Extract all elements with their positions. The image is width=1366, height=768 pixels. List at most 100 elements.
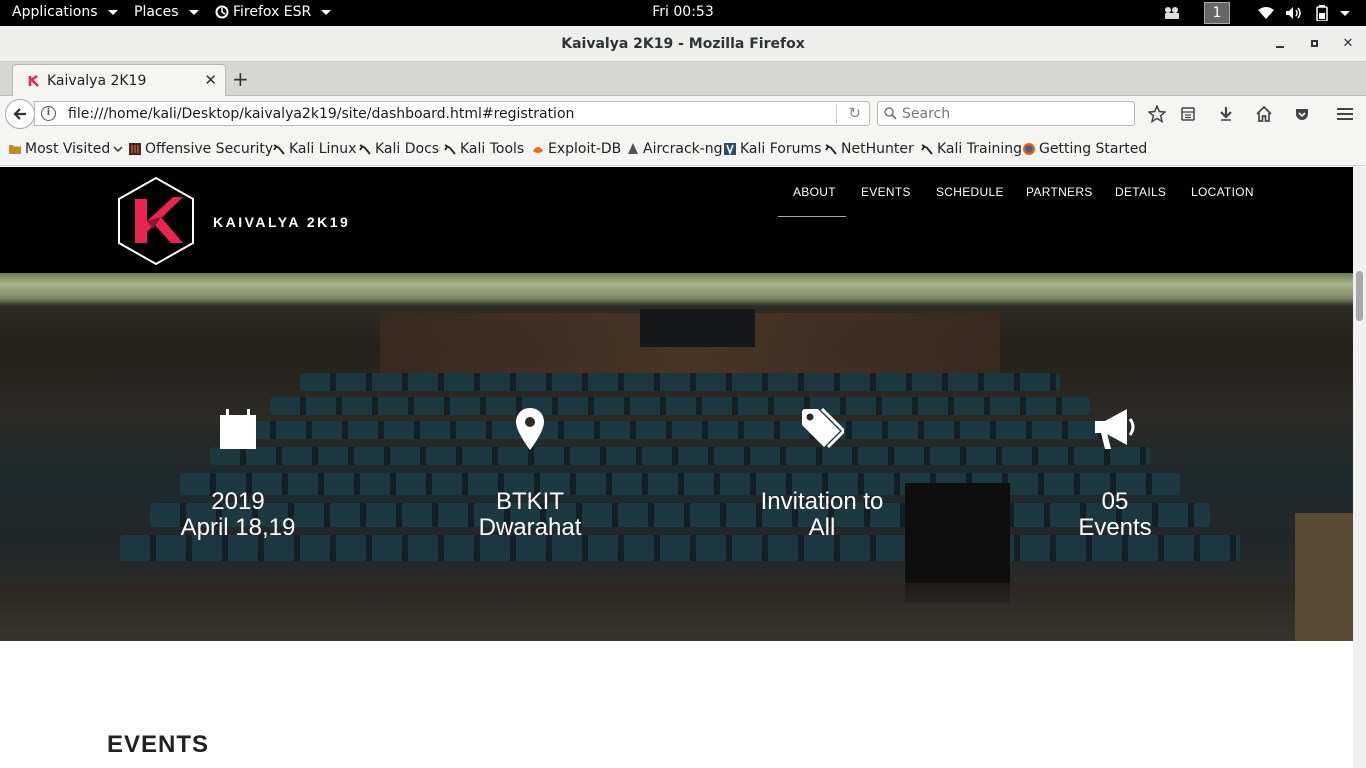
bookmarks-toolbar: Most Visited Offensive Security Kali Lin… [0, 132, 1366, 166]
site-info-icon[interactable]: i [41, 106, 56, 121]
stat-events-count: 05 [1101, 488, 1129, 515]
bookmark-label: Kali Docs [375, 141, 440, 157]
new-tab-button[interactable]: + [232, 67, 249, 91]
site-brand[interactable]: KAIVALYA 2K19 [213, 214, 350, 230]
kaivalya-logo[interactable] [117, 177, 195, 265]
chevron-down-icon [321, 9, 332, 15]
places-label: Places [134, 4, 179, 20]
tab-strip: Kaivalya 2K19 ✕ + [0, 62, 1366, 97]
window-title: Kaivalya 2K19 - Mozilla Firefox [561, 36, 805, 52]
url-bar[interactable]: i file:///home/kali/Desktop/kaivalya2k19… [34, 101, 870, 126]
stat-venue-place: Dwarahat [478, 514, 582, 541]
bookmark-aircrack-ng[interactable]: Aircrack-ng [626, 141, 723, 157]
reload-icon[interactable]: ↻ [848, 104, 861, 122]
volume-icon[interactable] [1284, 3, 1304, 23]
events-section-heading: EVENTS [107, 731, 210, 758]
bookmark-kali-training[interactable]: Kali Training [920, 141, 1022, 157]
bookmark-label: Aircrack-ng [643, 141, 723, 157]
clock[interactable]: Fri 00:53 [652, 4, 713, 20]
folder-icon [9, 145, 21, 154]
bookmark-kali-linux[interactable]: Kali Linux [272, 141, 356, 157]
bookmark-kali-forums[interactable]: Kali Forums [723, 141, 821, 157]
gnome-top-bar: Applications Places Firefox ESR Fri 00:5… [0, 0, 1366, 26]
back-button[interactable] [5, 99, 35, 129]
close-tab-icon[interactable]: ✕ [204, 71, 217, 89]
scrollbar-thumb[interactable] [1356, 271, 1363, 321]
bookmark-label: Kali Linux [289, 141, 357, 157]
camera-icon[interactable] [1160, 3, 1184, 23]
maximize-button[interactable] [1305, 34, 1323, 52]
search-input[interactable]: Search [877, 101, 1135, 126]
chevron-down-icon [188, 9, 199, 15]
kali-dragon-icon [359, 144, 371, 155]
kali-dragon-icon [444, 144, 456, 155]
bookmark-label: Kali Training [937, 141, 1022, 157]
hero-banner: 2019 April 18,19 BTKIT Dwarahat Invitati… [0, 273, 1353, 641]
bookmark-most-visited[interactable]: Most Visited [8, 141, 123, 157]
site-header: KAIVALYA 2K19 ABOUT EVENTS SCHEDULE PART… [0, 167, 1353, 273]
bookmarks-library-icon[interactable] [1176, 102, 1200, 126]
navigation-toolbar: i file:///home/kali/Desktop/kaivalya2k19… [0, 96, 1366, 132]
bookmark-label: Exploit-DB [548, 141, 622, 157]
nav-events[interactable]: EVENTS [861, 185, 911, 199]
bookmark-exploit-db[interactable]: Exploit-DB [531, 141, 621, 157]
aircrack-icon [628, 143, 638, 154]
nav-about[interactable]: ABOUT [793, 185, 836, 199]
system-menu-chevron-icon[interactable] [1336, 3, 1354, 23]
kali-forums-icon [724, 143, 736, 156]
stat-venue-name: BTKIT [495, 488, 564, 515]
firefox-small-icon [215, 5, 229, 19]
nav-partners[interactable]: PARTNERS [1026, 185, 1093, 199]
auditorium-backdrop [0, 273, 1353, 641]
stat-events-label: Events [1078, 514, 1152, 541]
bookmark-label: NetHunter [841, 141, 914, 157]
kaivalya-favicon-icon [28, 74, 39, 87]
tab-kaivalya[interactable]: Kaivalya 2K19 ✕ [12, 64, 226, 97]
page-scrollbar[interactable] [1353, 167, 1366, 768]
nav-location[interactable]: LOCATION [1191, 185, 1254, 199]
wifi-icon[interactable] [1256, 3, 1276, 23]
map-marker-icon [516, 408, 544, 450]
places-menu[interactable]: Places [134, 4, 199, 20]
bookmark-label: Offensive Security [145, 141, 274, 157]
battery-icon[interactable] [1312, 3, 1332, 23]
applications-menu[interactable]: Applications [12, 4, 118, 20]
bookmark-kali-tools[interactable]: Kali Tools [443, 141, 524, 157]
download-icon[interactable] [1214, 102, 1238, 126]
window-titlebar: Kaivalya 2K19 - Mozilla Firefox ✕ [0, 26, 1366, 62]
close-window-button[interactable]: ✕ [1339, 34, 1357, 52]
bookmark-offensive-security[interactable]: Offensive Security [128, 141, 273, 157]
minimize-button[interactable] [1271, 34, 1289, 52]
page-content: KAIVALYA 2K19 ABOUT EVENTS SCHEDULE PART… [0, 167, 1353, 768]
workspace-number: 1 [1212, 5, 1222, 21]
kali-dragon-icon [921, 144, 933, 155]
chevron-down-icon [107, 9, 118, 15]
megaphone-icon [1095, 409, 1135, 449]
bookmark-label: Kali Forums [740, 141, 822, 157]
close-icon: ✕ [1342, 35, 1354, 51]
offsec-icon [129, 143, 141, 155]
kali-dragon-icon [273, 144, 285, 155]
url-divider [836, 104, 837, 124]
hamburger-menu-icon[interactable] [1333, 102, 1357, 126]
url-text: file:///home/kali/Desktop/kaivalya2k19/s… [68, 106, 575, 122]
pocket-icon[interactable] [1290, 102, 1314, 126]
nav-details[interactable]: DETAILS [1115, 185, 1166, 199]
stat-date-year: 2019 [211, 488, 265, 515]
exploitdb-icon [533, 147, 543, 153]
firefox-esr-label: Firefox ESR [233, 4, 312, 20]
nav-schedule[interactable]: SCHEDULE [936, 185, 1004, 199]
search-placeholder: Search [902, 106, 951, 122]
bookmark-nethunter[interactable]: NetHunter [824, 141, 914, 157]
bookmark-star-icon[interactable] [1145, 102, 1169, 126]
active-nav-underline [778, 216, 846, 217]
bookmark-label: Kali Tools [460, 141, 525, 157]
bookmark-getting-started[interactable]: Getting Started [1022, 141, 1147, 157]
firefox-icon [1023, 143, 1035, 155]
tab-title: Kaivalya 2K19 [47, 73, 147, 89]
bookmark-kali-docs[interactable]: Kali Docs [358, 141, 439, 157]
calendar-icon [220, 409, 256, 449]
firefox-app-menu[interactable]: Firefox ESR [215, 4, 332, 20]
workspace-indicator[interactable]: 1 [1204, 2, 1230, 24]
home-icon[interactable] [1252, 102, 1276, 126]
